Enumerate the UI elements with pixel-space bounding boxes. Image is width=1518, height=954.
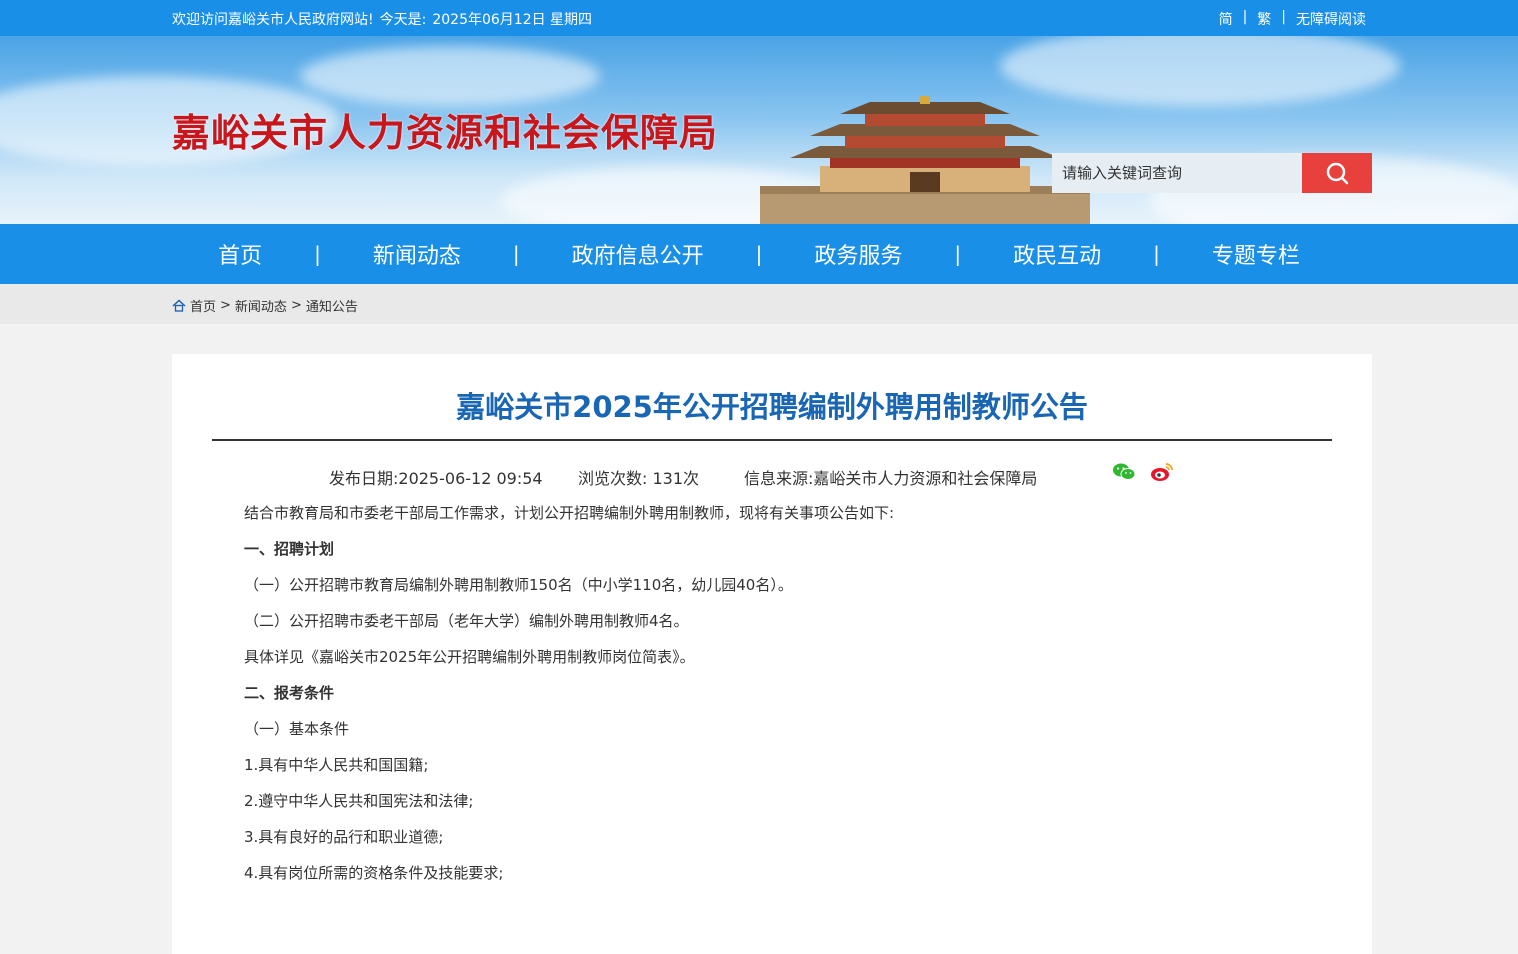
nav-item-topics[interactable]: 专题专栏: [1160, 238, 1352, 270]
article-card: 嘉峪关市2025年公开招聘编制外聘用制教师公告 发布日期:2025-06-12 …: [172, 354, 1372, 954]
paragraph: 3.具有良好的品行和职业道德;: [244, 828, 444, 846]
paragraph: （一）基本条件: [244, 720, 350, 738]
search-input[interactable]: [1052, 153, 1302, 193]
home-icon: [172, 299, 186, 312]
paragraph: 2.遵守中华人民共和国宪法和法律;: [244, 792, 474, 810]
nav-item-gov-info[interactable]: 政府信息公开: [520, 238, 756, 270]
separator: |: [1281, 9, 1286, 25]
paragraph: （一）公开招聘市教育局编制外聘用制教师150名（中小学110名，幼儿园40名）。: [244, 576, 793, 594]
search-button[interactable]: [1302, 153, 1372, 193]
nav-separator: |: [954, 242, 962, 266]
paragraph: 具体详见《嘉峪关市2025年公开招聘编制外聘用制教师岗位简表》。: [244, 648, 695, 666]
wechat-icon[interactable]: [1112, 462, 1136, 482]
view-count: 浏览次数: 131次: [578, 469, 700, 488]
current-date: 2025年06月12日 星期四: [432, 12, 593, 28]
nav-item-news[interactable]: 新闻动态: [321, 238, 513, 270]
breadcrumb-separator: >: [220, 298, 231, 313]
paragraph: 结合市教育局和市委老干部局工作需求，计划公开招聘编制外聘用制教师，现将有关事项公…: [244, 504, 895, 522]
site-title: 嘉峪关市人力资源和社会保障局: [172, 110, 719, 155]
article-body: 结合市教育局和市委老干部局工作需求，计划公开招聘编制外聘用制教师，现将有关事项公…: [172, 501, 1372, 897]
separator: |: [1242, 9, 1248, 25]
nav-item-interaction[interactable]: 政民互动: [961, 238, 1153, 270]
header-banner: 嘉峪关市人力资源和社会保障局: [0, 36, 1518, 224]
jiayuguan-tower-image: [760, 96, 1090, 224]
info-source: 信息来源:嘉峪关市人力资源和社会保障局: [744, 469, 1038, 488]
section-heading: 一、招聘计划: [244, 540, 335, 558]
welcome-text: 欢迎访问嘉峪关市人民政府网站! 今天是: 2025年06月12日 星期四: [172, 9, 598, 29]
today-label: 今天是:: [379, 12, 427, 28]
search-box: [1052, 153, 1372, 193]
breadcrumb-notices[interactable]: 通知公告: [306, 296, 358, 315]
breadcrumb-separator: >: [290, 298, 302, 313]
top-links: 简 | 繁 | 无障碍阅读: [1219, 9, 1366, 29]
share-buttons: [1112, 462, 1174, 482]
section-heading: 二、报考条件: [244, 684, 335, 702]
publish-date: 发布日期:2025-06-12 09:54: [329, 469, 543, 488]
nav-separator: |: [314, 242, 321, 266]
search-icon: [1326, 162, 1349, 185]
paragraph: 1.具有中华人民共和国国籍;: [244, 756, 429, 774]
article-title: 嘉峪关市2025年公开招聘编制外聘用制教师公告: [456, 390, 1088, 424]
breadcrumb: 首页 > 新闻动态 > 通知公告: [172, 296, 358, 315]
accessibility-link[interactable]: 无障碍阅读: [1296, 9, 1366, 29]
main-nav: 首页 | 新闻动态 | 政府信息公开 | 政务服务 | 政民互动 | 专题专栏: [0, 224, 1518, 284]
nav-item-services[interactable]: 政务服务: [762, 238, 954, 270]
breadcrumb-bar: 首页 > 新闻动态 > 通知公告: [0, 284, 1518, 324]
traditional-chinese-link[interactable]: 繁: [1257, 9, 1271, 29]
welcome-message: 欢迎访问嘉峪关市人民政府网站!: [172, 12, 374, 28]
breadcrumb-news[interactable]: 新闻动态: [235, 296, 287, 315]
nav-item-home[interactable]: 首页: [166, 238, 314, 270]
weibo-icon[interactable]: [1150, 462, 1174, 482]
nav-separator: |: [512, 242, 520, 266]
paragraph: （二）公开招聘市委老干部局（老年大学）编制外聘用制教师4名。: [244, 612, 689, 630]
article-meta: 发布日期:2025-06-12 09:54 浏览次数: 131次 信息来源:嘉峪…: [172, 441, 1372, 501]
top-bar: 欢迎访问嘉峪关市人民政府网站! 今天是: 2025年06月12日 星期四 简 | 繁…: [0, 0, 1518, 36]
nav-separator: |: [1153, 242, 1160, 266]
paragraph: 4.具有岗位所需的资格条件及技能要求;: [244, 864, 504, 882]
breadcrumb-home[interactable]: 首页: [190, 296, 216, 315]
simplified-chinese-link[interactable]: 简: [1219, 9, 1233, 29]
nav-separator: |: [755, 242, 763, 266]
